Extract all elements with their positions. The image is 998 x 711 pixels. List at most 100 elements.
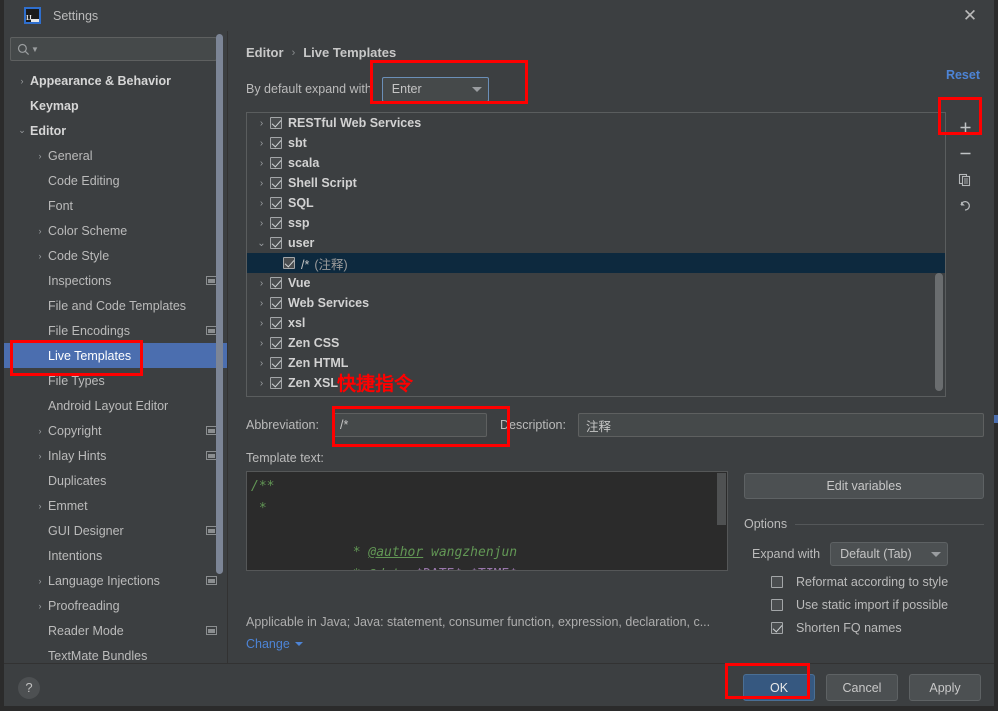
duplicate-template-icon[interactable] (951, 167, 979, 192)
option-checkbox[interactable] (771, 622, 783, 634)
sidebar-item-font[interactable]: ›Font (0, 193, 227, 218)
chevron-right-icon[interactable]: › (253, 378, 270, 389)
chevron-down-icon[interactable]: ⌄ (253, 238, 270, 249)
sidebar-item-inlay-hints[interactable]: › Inlay Hints (0, 443, 227, 468)
template-tree-row[interactable]: › Zen HTML (247, 353, 945, 373)
template-tree-row[interactable]: › Web Services (247, 293, 945, 313)
sidebar-item-editor[interactable]: ⌄ Editor (0, 118, 227, 143)
description-input[interactable]: 注释 (577, 413, 984, 437)
sidebar-item-general[interactable]: › General (0, 143, 227, 168)
chevron-right-icon[interactable]: › (253, 358, 270, 369)
templates-tree-scrollbar[interactable] (935, 273, 943, 391)
template-tree-row[interactable]: › Shell Script (247, 173, 945, 193)
sidebar-item-intentions[interactable]: ›Intentions (0, 543, 227, 568)
ok-button[interactable]: OK (743, 674, 815, 701)
sidebar-item-code-style[interactable]: › Code Style (0, 243, 227, 268)
template-checkbox[interactable] (270, 117, 282, 129)
chevron-right-icon[interactable]: › (32, 501, 48, 511)
template-checkbox[interactable] (270, 217, 282, 229)
sidebar-item-copyright[interactable]: › Copyright (0, 418, 227, 443)
chevron-right-icon[interactable]: › (253, 198, 270, 209)
template-tree-row[interactable]: › ssp (247, 213, 945, 233)
chevron-right-icon[interactable]: › (253, 178, 270, 189)
option-checkbox[interactable] (771, 599, 783, 611)
template-tree-row[interactable]: /* (注释) (247, 253, 945, 273)
sidebar-item-gui-designer[interactable]: ›GUI Designer (0, 518, 227, 543)
chevron-right-icon[interactable]: › (253, 138, 270, 149)
sidebar-item-live-templates[interactable]: ›Live Templates (0, 343, 227, 368)
cancel-button[interactable]: Cancel (826, 674, 898, 701)
editor-scrollbar[interactable] (717, 473, 726, 525)
template-tree-row[interactable]: › Vue (247, 273, 945, 293)
sidebar-item-reader-mode[interactable]: ›Reader Mode (0, 618, 227, 643)
template-tree-row[interactable]: › Zen CSS (247, 333, 945, 353)
template-checkbox[interactable] (270, 177, 282, 189)
sidebar-item-proofreading[interactable]: › Proofreading (0, 593, 227, 618)
reset-link[interactable]: Reset (946, 68, 980, 82)
sidebar-item-color-scheme[interactable]: › Color Scheme (0, 218, 227, 243)
change-context-link[interactable]: Change (246, 637, 303, 651)
sidebar-item-language-injections[interactable]: › Language Injections (0, 568, 227, 593)
chevron-right-icon[interactable]: › (253, 318, 270, 329)
chevron-down-icon[interactable]: ⌄ (14, 125, 30, 136)
expand-with-dropdown[interactable]: Default (Tab) (830, 542, 949, 566)
chevron-right-icon[interactable]: › (32, 151, 48, 161)
sidebar-item-keymap[interactable]: ›Keymap (0, 93, 227, 118)
template-checkbox[interactable] (270, 137, 282, 149)
option-checkbox-row[interactable]: Use static import if possible (744, 598, 984, 612)
chevron-right-icon[interactable]: › (32, 451, 48, 461)
template-checkbox[interactable] (270, 277, 282, 289)
template-tree-row[interactable]: › Zen XSL (247, 373, 945, 393)
template-tree-row[interactable]: ⌄ user (247, 233, 945, 253)
chevron-right-icon[interactable]: › (32, 601, 48, 611)
template-checkbox[interactable] (270, 157, 282, 169)
add-template-button[interactable] (951, 115, 979, 140)
template-tree-row[interactable]: › RESTful Web Services (247, 113, 945, 133)
template-checkbox[interactable] (270, 237, 282, 249)
chevron-right-icon[interactable]: › (32, 251, 48, 261)
template-text-editor[interactable]: /** * * @author wangzhenjun * @date $DAT… (246, 471, 728, 571)
breadcrumb-parent[interactable]: Editor (246, 45, 284, 60)
option-checkbox-row[interactable]: Reformat according to style (744, 575, 984, 589)
sidebar-item-file-encodings[interactable]: ›File Encodings (0, 318, 227, 343)
edit-variables-button[interactable]: Edit variables (744, 473, 984, 499)
chevron-right-icon[interactable]: › (253, 278, 270, 289)
chevron-right-icon[interactable]: › (253, 158, 270, 169)
sidebar-item-duplicates[interactable]: ›Duplicates (0, 468, 227, 493)
sidebar-item-file-and-code-templates[interactable]: ›File and Code Templates (0, 293, 227, 318)
search-dropdown-icon[interactable]: ▼ (31, 45, 39, 54)
sidebar-item-appearance-behavior[interactable]: › Appearance & Behavior (0, 68, 227, 93)
template-checkbox[interactable] (270, 317, 282, 329)
chevron-right-icon[interactable]: › (253, 218, 270, 229)
sidebar-scrollbar[interactable] (216, 34, 223, 590)
search-input[interactable] (38, 42, 210, 56)
template-checkbox[interactable] (270, 337, 282, 349)
sidebar-item-file-types[interactable]: ›File Types (0, 368, 227, 393)
template-tree-row[interactable]: › xsl (247, 313, 945, 333)
chevron-right-icon[interactable]: › (32, 226, 48, 236)
sidebar-item-inspections[interactable]: ›Inspections (0, 268, 227, 293)
help-button[interactable]: ? (18, 676, 40, 699)
template-tree-row[interactable]: › SQL (247, 193, 945, 213)
chevron-right-icon[interactable]: › (253, 298, 270, 309)
chevron-right-icon[interactable]: › (253, 118, 270, 129)
chevron-right-icon[interactable]: › (253, 338, 270, 349)
option-checkbox[interactable] (771, 576, 783, 588)
default-expand-dropdown[interactable]: Enter (381, 76, 489, 102)
template-checkbox[interactable] (270, 377, 282, 389)
close-icon[interactable]: ✕ (960, 6, 980, 26)
sidebar-item-emmet[interactable]: › Emmet (0, 493, 227, 518)
search-box[interactable]: ▼ (10, 37, 217, 61)
apply-button[interactable]: Apply (909, 674, 981, 701)
chevron-right-icon[interactable]: › (32, 426, 48, 436)
template-checkbox[interactable] (270, 197, 282, 209)
template-tree-row[interactable]: › scala (247, 153, 945, 173)
option-checkbox-row[interactable]: Shorten FQ names (744, 621, 984, 635)
sidebar-item-code-editing[interactable]: ›Code Editing (0, 168, 227, 193)
template-checkbox[interactable] (283, 257, 295, 269)
abbreviation-input[interactable]: /* (331, 413, 487, 437)
chevron-right-icon[interactable]: › (14, 76, 30, 86)
templates-tree[interactable]: › RESTful Web Services › sbt › scala › Shell Sc… (246, 112, 946, 397)
chevron-right-icon[interactable]: › (32, 576, 48, 586)
sidebar-item-textmate-bundles[interactable]: ›TextMate Bundles (0, 643, 227, 663)
